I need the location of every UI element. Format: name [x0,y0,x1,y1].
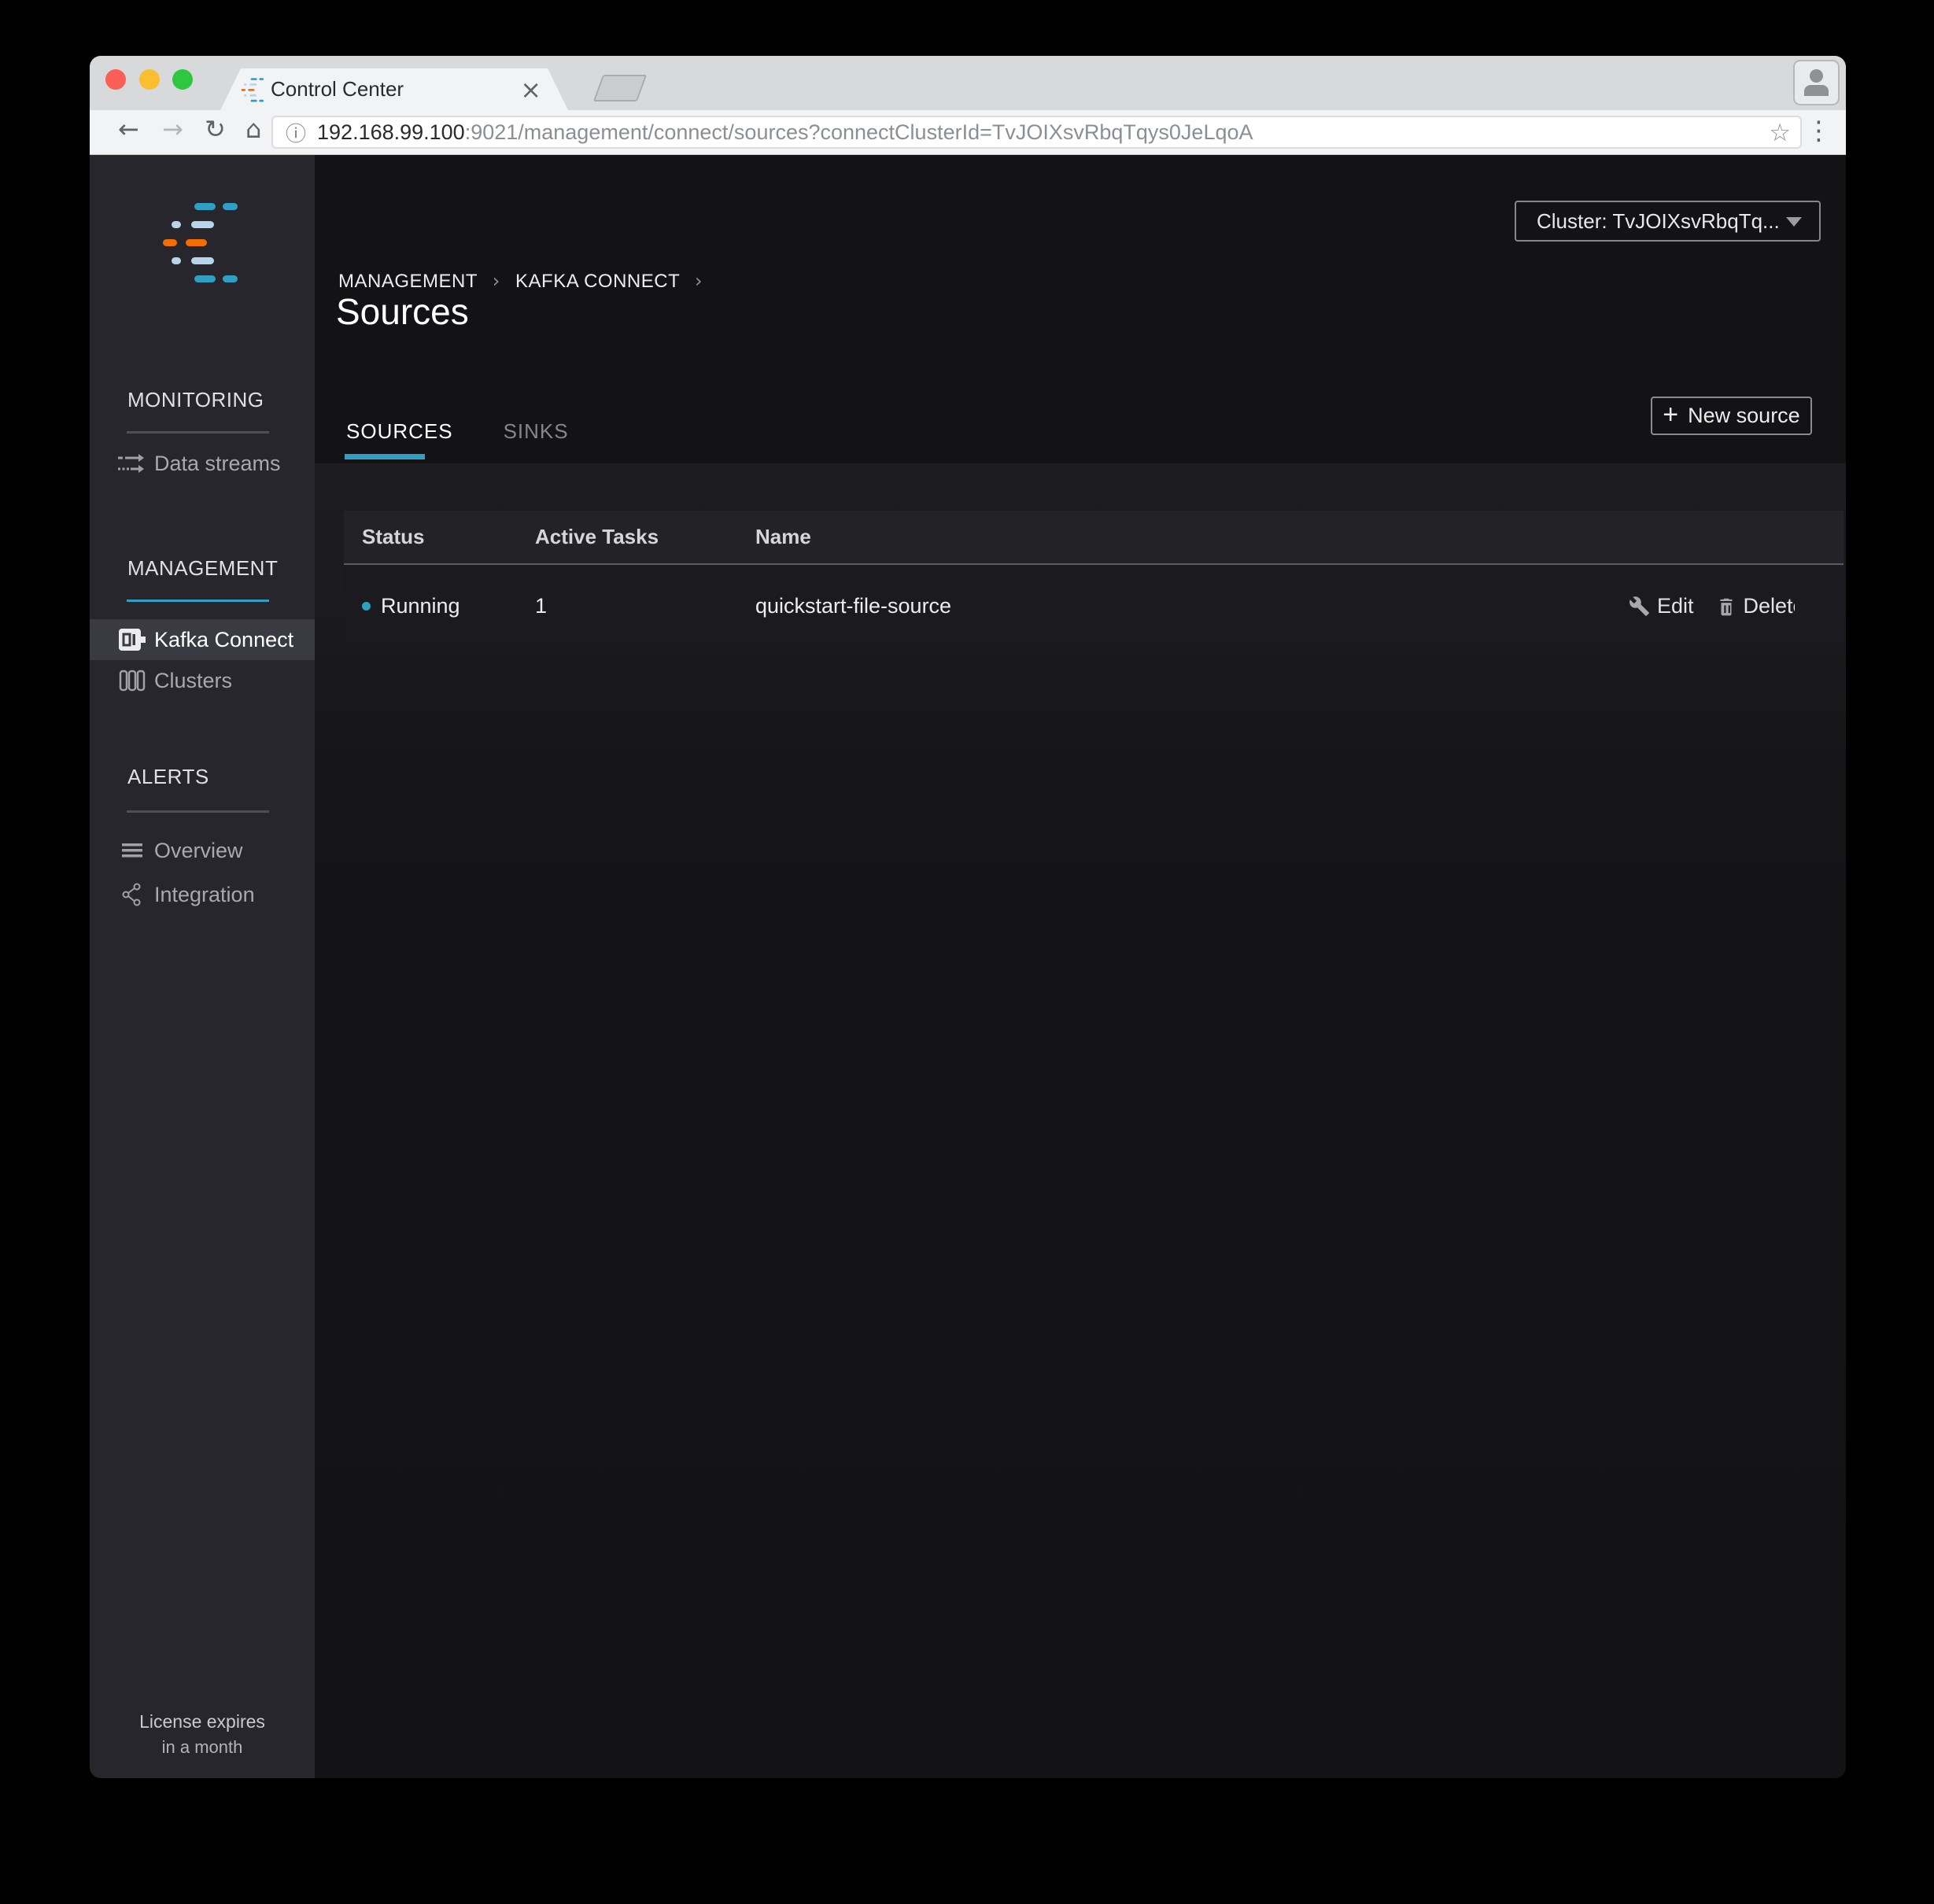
breadcrumb: MANAGEMENT › KAFKA CONNECT › [338,270,712,293]
sidebar-item-clusters[interactable]: Clusters [90,660,315,701]
traffic-light-minimize[interactable] [139,69,160,90]
kafka-connect-icon [116,628,148,651]
sidebar-item-label: Clusters [154,668,233,692]
edit-label: Edit [1657,593,1694,618]
table-row[interactable]: Running 1 quickstart-file-source Edit De… [344,566,1844,645]
new-source-button[interactable]: + New source [1651,397,1812,435]
sidebar-item-label: Overview [154,838,243,862]
license-line2: in a month [161,1737,243,1757]
license-notice: License expires in a month [90,1711,315,1758]
person-icon [1810,69,1823,83]
section-divider [127,431,269,434]
new-source-label: New source [1688,404,1800,427]
back-icon[interactable]: ← [118,114,139,144]
sidebar-item-kafka-connect[interactable]: Kafka Connect [90,619,315,660]
browser-toolbar: ← → ↻ ⌂ ⓘ 192.168.99.100:9021/management… [90,110,1846,155]
delete-label: Delete [1743,593,1795,618]
column-header-name: Name [755,525,811,548]
row-active-tasks: 1 [535,593,548,618]
section-divider [127,810,269,813]
breadcrumb-chevron-icon: › [492,270,500,292]
sidebar-item-data-streams[interactable]: Data streams [90,443,315,484]
person-icon-body [1804,85,1829,96]
sources-panel: Status Active Tasks Name Running 1 quick… [315,463,1846,1778]
tab-title: Control Center [271,77,404,101]
breadcrumb-management[interactable]: MANAGEMENT [338,271,478,292]
caret-down-icon [1786,217,1802,227]
column-header-status: Status [362,525,425,548]
confluent-favicon [241,77,266,103]
delete-button[interactable]: Delete [1716,594,1795,618]
browser-menu-icon[interactable]: ⋮ [1806,115,1832,146]
column-header-active-tasks: Active Tasks [535,525,659,548]
site-info-icon[interactable]: ⓘ [286,118,306,147]
integration-icon [116,883,148,906]
url-path: :9021/management/connect/sources?connect… [464,120,1253,144]
row-status: Running [381,593,460,618]
breadcrumb-chevron-icon: › [694,270,703,292]
forward-icon[interactable]: → [162,114,183,144]
browser-window: Control Center × ← → ↻ ⌂ ⓘ 192.168.99.10… [90,56,1846,1778]
url-bar[interactable]: ⓘ 192.168.99.100:9021/management/connect… [271,116,1802,149]
cluster-selector[interactable]: Cluster: TvJOIXsvRbqTq... [1515,201,1821,242]
sidebar-item-integration[interactable]: Integration [90,874,315,915]
sidebar-item-label: Kafka Connect [154,627,294,651]
confluent-logo[interactable] [161,200,240,282]
trash-icon [1719,598,1733,615]
tab-sinks[interactable]: SINKS [504,419,569,444]
license-line1: License expires [139,1711,265,1732]
close-tab-icon[interactable]: × [520,75,541,105]
wrench-icon [1630,596,1649,616]
section-divider-active [127,600,269,602]
status-dot [362,601,371,611]
profile-button[interactable] [1793,60,1840,105]
breadcrumb-kafka-connect[interactable]: KAFKA CONNECT [515,271,680,292]
data-streams-icon [116,452,148,475]
page-title: Sources [336,291,469,332]
section-title-alerts: ALERTS [127,765,209,788]
table-header-row: Status Active Tasks Name [344,511,1844,565]
url-host: 192.168.99.100 [317,120,465,144]
sidebar-item-label: Data streams [154,451,281,475]
traffic-light-close[interactable] [105,69,126,90]
row-actions: Edit Delete [1629,566,1795,645]
sidebar-item-overview[interactable]: Overview [90,830,315,871]
browser-tab[interactable]: Control Center × [220,68,568,110]
active-tab-underline [345,454,425,459]
url-text: 192.168.99.100:9021/management/connect/s… [317,120,1253,145]
sidebar-item-label: Integration [154,882,255,906]
connector-tabs: SOURCES SINKS [346,419,569,444]
tab-sources[interactable]: SOURCES [346,419,453,444]
app-content: MONITORING Data streams MANAGEMENT Kafka… [90,155,1846,1778]
browser-tab-bar: Control Center × [90,56,1846,110]
reload-icon[interactable]: ↻ [205,114,226,144]
bookmark-star-icon[interactable]: ☆ [1769,119,1791,147]
clusters-icon [116,669,148,692]
edit-button[interactable]: Edit [1629,594,1694,618]
main-area: Cluster: TvJOIXsvRbqTq... MANAGEMENT › K… [315,155,1846,1778]
section-title-management: MANAGEMENT [127,556,279,580]
plus-icon: + [1663,399,1679,430]
home-icon[interactable]: ⌂ [245,114,261,144]
cluster-selector-label: Cluster: TvJOIXsvRbqTq... [1537,208,1780,233]
overview-icon [116,840,148,861]
new-tab-button[interactable] [592,75,648,101]
traffic-light-zoom[interactable] [172,69,193,90]
section-title-monitoring: MONITORING [127,388,264,411]
sidebar: MONITORING Data streams MANAGEMENT Kafka… [90,155,315,1778]
